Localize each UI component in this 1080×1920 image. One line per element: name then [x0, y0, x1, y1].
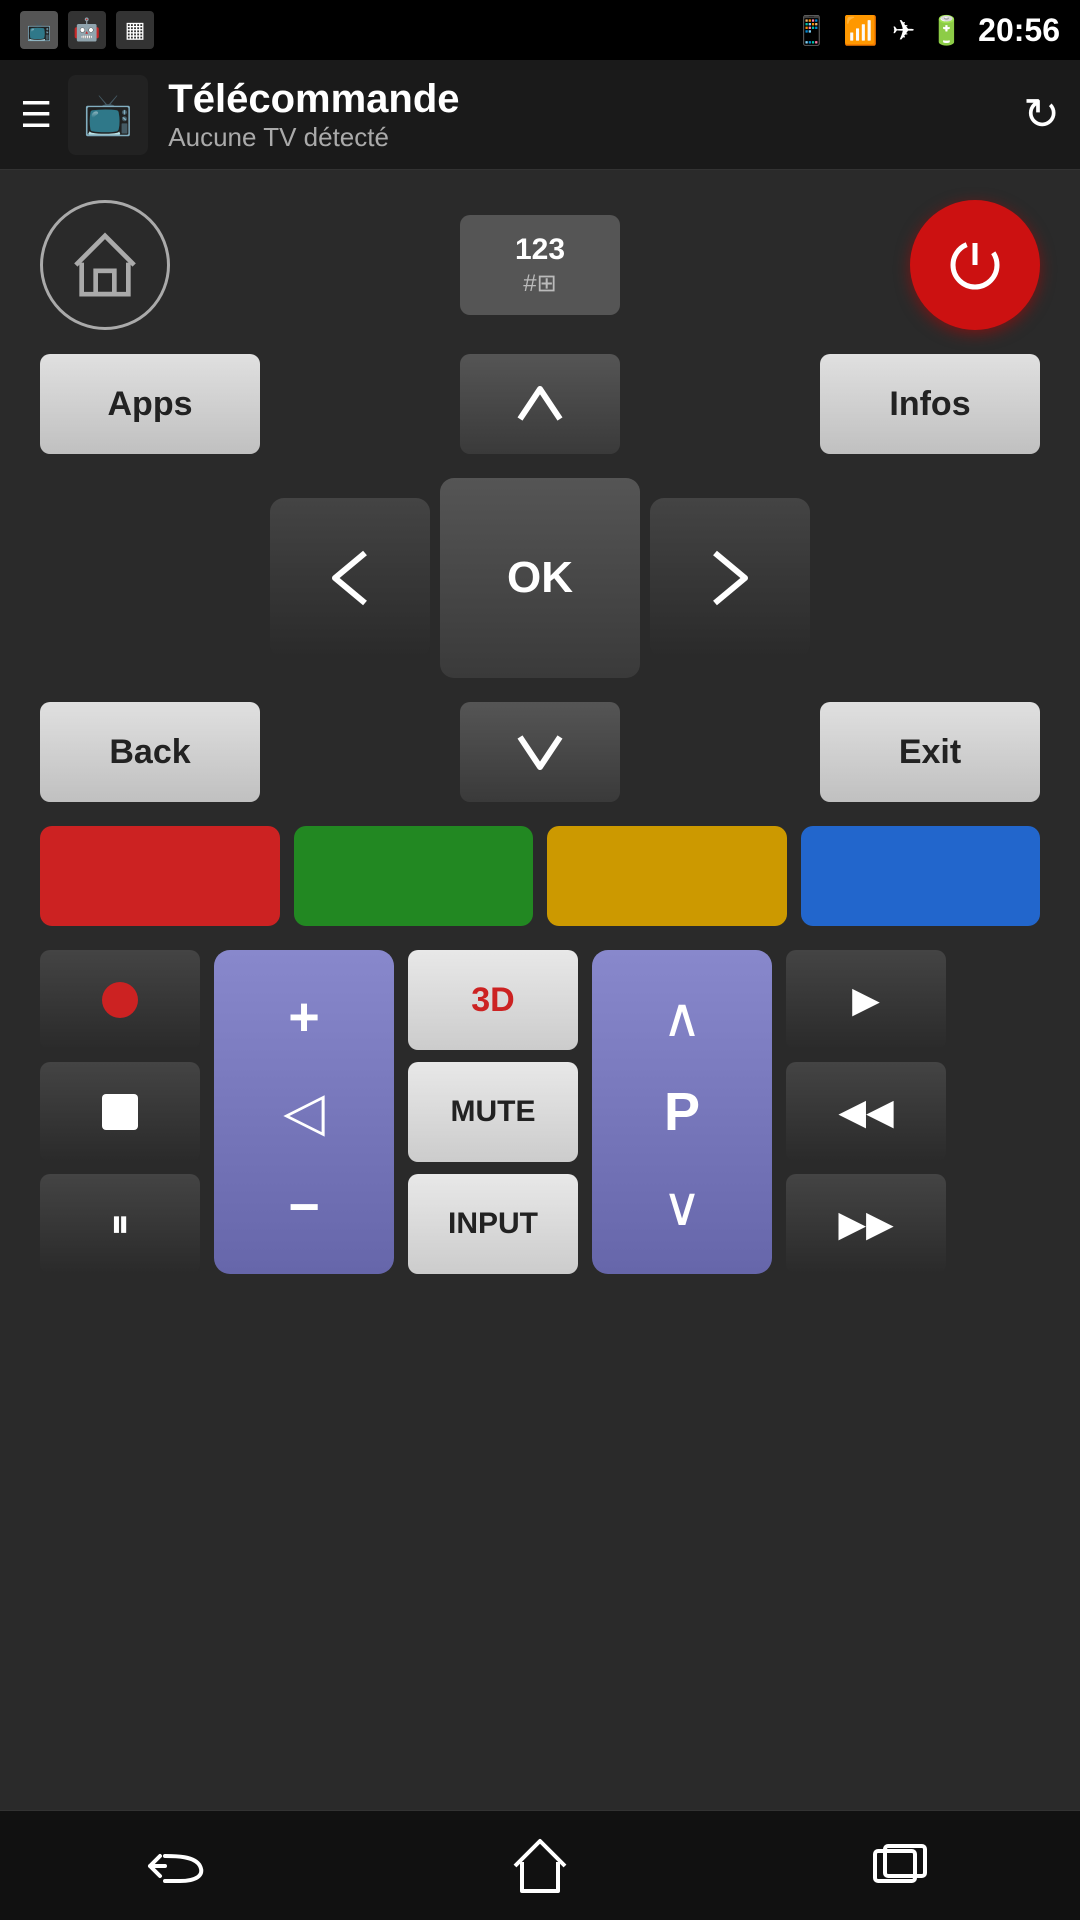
- ok-button[interactable]: OK: [440, 478, 640, 678]
- home-button[interactable]: [40, 200, 170, 330]
- nav-back-icon: [145, 1841, 215, 1891]
- play-button[interactable]: ▶: [786, 950, 946, 1050]
- left-button[interactable]: [270, 498, 430, 658]
- channel-down-icon[interactable]: ∨: [662, 1175, 702, 1238]
- nav-home-button[interactable]: [490, 1816, 590, 1916]
- up-arrow-icon: [515, 384, 565, 424]
- color-buttons-row: [40, 826, 1040, 926]
- app-title: Télécommande: [168, 77, 1023, 122]
- nav-back-button[interactable]: [130, 1816, 230, 1916]
- app-subtitle: Aucune TV détecté: [168, 122, 1023, 153]
- phone-icon: 📱: [794, 14, 829, 47]
- 3d-button[interactable]: 3D: [408, 950, 578, 1050]
- transport-controls-col: ▶ ◀◀ ▶▶: [786, 950, 946, 1274]
- volume-up-icon[interactable]: +: [288, 986, 320, 1048]
- rewind-button[interactable]: ◀◀: [786, 1062, 946, 1162]
- rewind-icon: ◀◀: [838, 1091, 893, 1133]
- status-bar: 📺 🤖 ▦ 📱 📶 ✈ 🔋 20:56: [0, 0, 1080, 60]
- row-apps-up-infos: Apps Infos: [40, 354, 1040, 454]
- pause-icon: ⏸: [110, 1202, 130, 1247]
- status-time: 20:56: [978, 12, 1060, 49]
- status-bar-left: 📺 🤖 ▦: [20, 11, 154, 49]
- play-icon: ▶: [852, 979, 880, 1021]
- right-button[interactable]: [650, 498, 810, 658]
- nav-home-icon: [510, 1836, 570, 1896]
- row-left-ok-right: OK: [40, 478, 1040, 678]
- remote-control-area: 123 #⊞ Apps Infos OK: [0, 170, 1080, 1810]
- power-icon: [945, 235, 1005, 295]
- menu-button[interactable]: ☰: [20, 94, 52, 136]
- down-button[interactable]: [460, 702, 620, 802]
- down-arrow-icon: [515, 732, 565, 772]
- refresh-button[interactable]: ↻: [1023, 89, 1060, 140]
- volume-down-icon[interactable]: −: [288, 1176, 320, 1238]
- media-controls-row: ⏸ + ◁ − 3D MUTE INPUT ∧ P ∨ ▶ ◀◀: [40, 950, 1040, 1274]
- record-button[interactable]: [40, 950, 200, 1050]
- pause-button[interactable]: ⏸: [40, 1174, 200, 1274]
- airplane-icon: ✈: [892, 14, 915, 47]
- numpad-label-top: 123: [515, 233, 565, 267]
- yellow-color-button[interactable]: [547, 826, 787, 926]
- app-logo: 📺: [68, 75, 148, 155]
- wifi-icon: 📶: [843, 14, 878, 47]
- input-button[interactable]: INPUT: [408, 1174, 578, 1274]
- numpad-button[interactable]: 123 #⊞: [460, 215, 620, 315]
- nav-recent-button[interactable]: [850, 1816, 950, 1916]
- playback-controls-col: ⏸: [40, 950, 200, 1274]
- app-header: ☰ 📺 Télécommande Aucune TV détecté ↻: [0, 60, 1080, 170]
- nav-recent-icon: [870, 1841, 930, 1891]
- mute-button[interactable]: MUTE: [408, 1062, 578, 1162]
- row-back-down-exit: Back Exit: [40, 702, 1040, 802]
- row-home-numpad-power: 123 #⊞: [40, 200, 1040, 330]
- forward-button[interactable]: ▶▶: [786, 1174, 946, 1274]
- exit-button[interactable]: Exit: [820, 702, 1040, 802]
- back-button[interactable]: Back: [40, 702, 260, 802]
- stop-button[interactable]: [40, 1062, 200, 1162]
- channel-up-icon[interactable]: ∧: [662, 986, 702, 1049]
- header-text: Télécommande Aucune TV détecté: [168, 77, 1023, 153]
- volume-control[interactable]: + ◁ −: [214, 950, 394, 1274]
- numpad-label-bottom: #⊞: [523, 269, 556, 298]
- apps-button[interactable]: Apps: [40, 354, 260, 454]
- channel-control[interactable]: ∧ P ∨: [592, 950, 772, 1274]
- infos-button[interactable]: Infos: [820, 354, 1040, 454]
- left-arrow-icon: [330, 548, 370, 608]
- right-arrow-icon: [710, 548, 750, 608]
- home-icon: [70, 230, 140, 300]
- app-icon-3: ▦: [116, 11, 154, 49]
- green-color-button[interactable]: [294, 826, 534, 926]
- record-icon: [102, 982, 138, 1018]
- power-button[interactable]: [910, 200, 1040, 330]
- bottom-navigation: [0, 1810, 1080, 1920]
- channel-letter: P: [664, 1081, 700, 1143]
- blue-color-button[interactable]: [801, 826, 1041, 926]
- status-bar-right: 📱 📶 ✈ 🔋 20:56: [794, 12, 1060, 49]
- app-icon-2: 🤖: [68, 11, 106, 49]
- center-controls-col: 3D MUTE INPUT: [408, 950, 578, 1274]
- forward-icon: ▶▶: [838, 1203, 893, 1245]
- up-button[interactable]: [460, 354, 620, 454]
- red-color-button[interactable]: [40, 826, 280, 926]
- app-icon-1: 📺: [20, 11, 58, 49]
- stop-icon: [102, 1094, 138, 1130]
- speaker-icon: ◁: [283, 1080, 325, 1143]
- battery-icon: 🔋: [929, 14, 964, 47]
